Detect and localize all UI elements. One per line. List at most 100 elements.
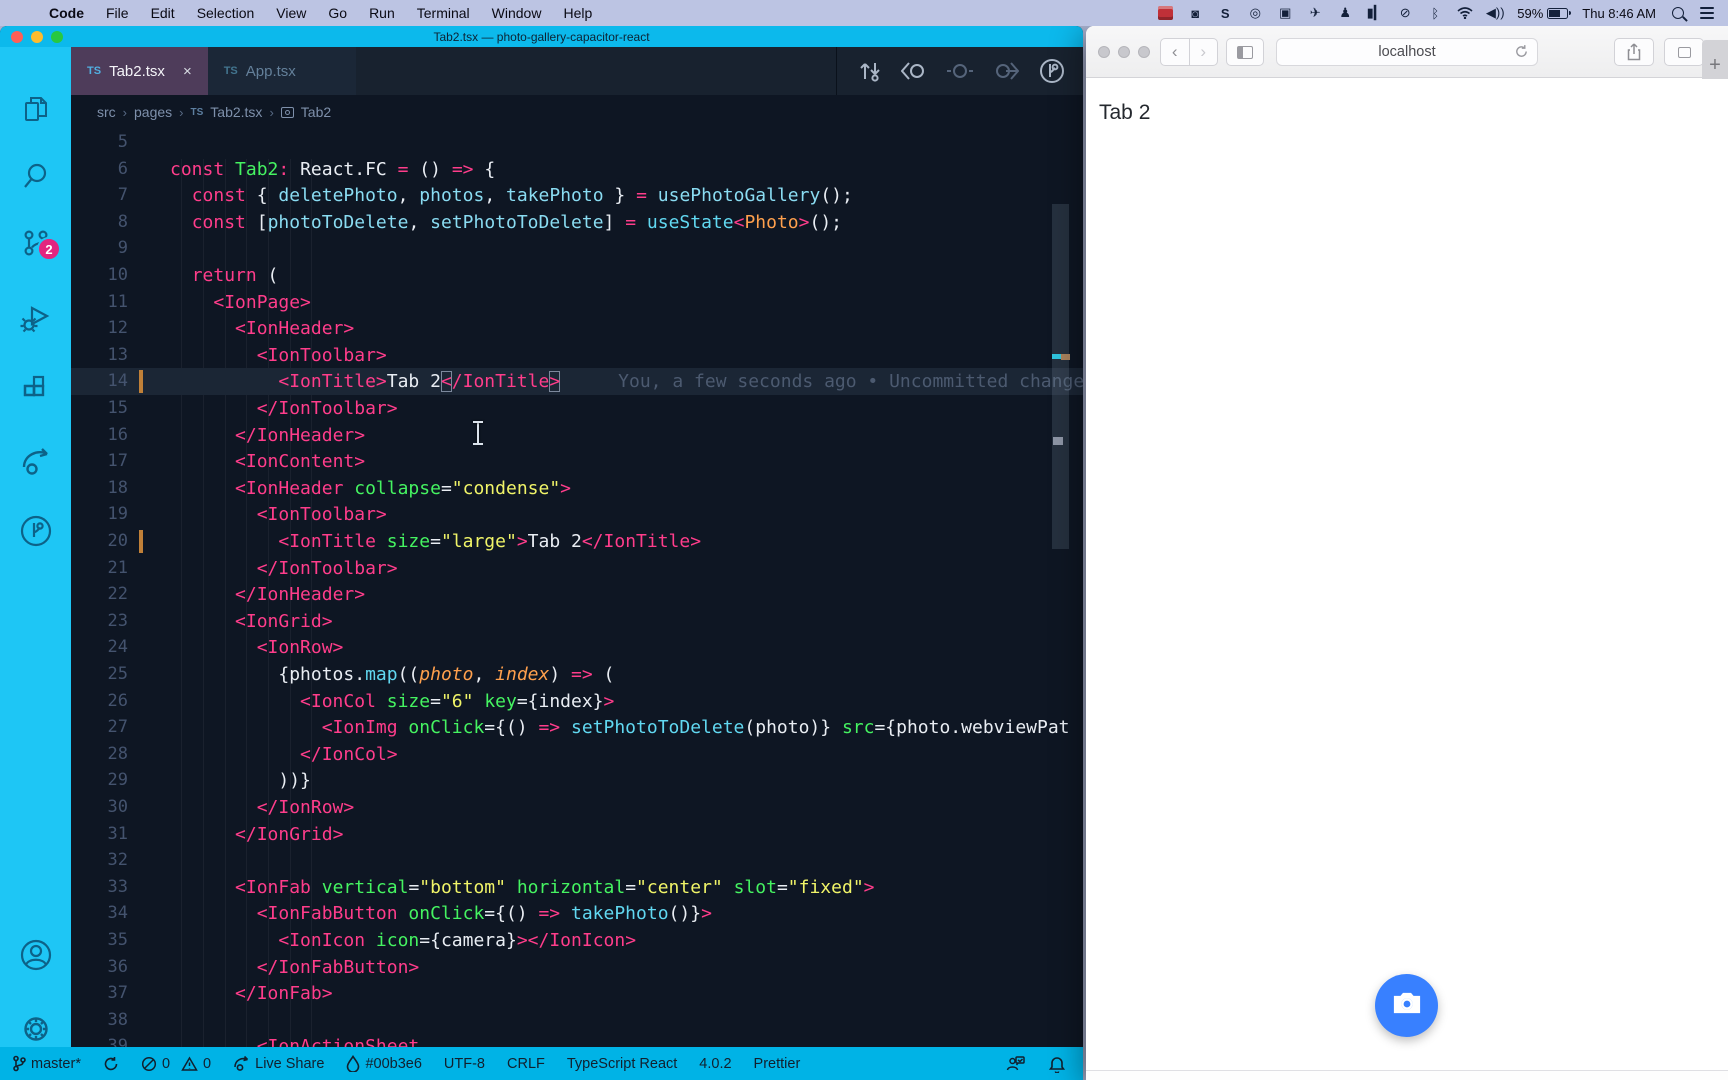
app-circle-icon[interactable]: ▣	[1277, 5, 1293, 21]
camera-fab-button[interactable]	[1375, 974, 1438, 1037]
source-control-icon[interactable]: 2	[0, 217, 71, 269]
control-center-icon[interactable]	[1700, 7, 1714, 19]
code-line-11[interactable]: 11 <IonPage>	[71, 289, 1083, 316]
code-line-25[interactable]: 25 {photos.map((photo, index) => (	[71, 661, 1083, 688]
close-tab-icon[interactable]: ×	[183, 63, 192, 80]
language-mode-item[interactable]: TypeScript React	[567, 1056, 677, 1072]
tab-app-tsx[interactable]: TS App.tsx	[207, 47, 356, 95]
nav-dot-icon[interactable]	[947, 60, 973, 82]
code-line-18[interactable]: 18 <IonHeader collapse="condense">	[71, 475, 1083, 502]
peacock-color-item[interactable]: #00b3e6	[346, 1055, 422, 1072]
code-line-33[interactable]: 33 <IonFab vertical="bottom" horizontal=…	[71, 874, 1083, 901]
menu-item-help[interactable]: Help	[552, 0, 603, 26]
extensions-icon[interactable]	[0, 363, 71, 415]
shortcuts-icon[interactable]: S	[1217, 5, 1233, 21]
code-line-6[interactable]: 6 const Tab2: React.FC = () => {	[71, 156, 1083, 183]
code-line-37[interactable]: 37 </IonFab>	[71, 980, 1083, 1007]
app-ring-icon[interactable]: ◎	[1247, 5, 1263, 21]
tab-tab-two[interactable]: Tab Two	[1323, 1071, 1491, 1080]
vertical-scrollbar[interactable]	[1052, 204, 1069, 549]
code-line-35[interactable]: 35 <IonIcon icon={camera}></IonIcon>	[71, 927, 1083, 954]
breadcrumb-symbol[interactable]: Tab2	[301, 104, 331, 120]
code-line-27[interactable]: 27 <IonImg onClick={() => setPhotoToDele…	[71, 714, 1083, 741]
git-branch-item[interactable]: master*	[12, 1055, 81, 1072]
menu-clock[interactable]: Thu 8:46 AM	[1582, 6, 1656, 21]
battery-indicator[interactable]: 59%	[1517, 6, 1572, 21]
menu-item-selection[interactable]: Selection	[186, 0, 266, 26]
code-line-17[interactable]: 17 <IonContent>	[71, 448, 1083, 475]
code-line-29[interactable]: 29 ))}	[71, 767, 1083, 794]
minimize-window-button[interactable]	[31, 31, 43, 43]
accounts-icon[interactable]	[0, 929, 71, 981]
encoding-item[interactable]: UTF-8	[444, 1056, 485, 1072]
address-bar[interactable]: localhost	[1276, 38, 1538, 66]
menu-item-run[interactable]: Run	[358, 0, 406, 26]
code-line-23[interactable]: 23 <IonGrid>	[71, 608, 1083, 635]
code-line-21[interactable]: 21 </IonToolbar>	[71, 555, 1083, 582]
code-line-14[interactable]: 14 <IonTitle>Tab 2</IonTitle> You, a few …	[71, 368, 1083, 396]
code-line-34[interactable]: 34 <IonFabButton onClick={() => takePhot…	[71, 900, 1083, 927]
apple-menu[interactable]	[14, 0, 38, 26]
gitlens-icon[interactable]	[0, 505, 71, 557]
search-icon[interactable]	[0, 150, 71, 202]
live-share-item[interactable]: Live Share	[233, 1055, 324, 1072]
explorer-icon[interactable]	[0, 83, 71, 135]
gitlens-graph-icon[interactable]	[1039, 58, 1065, 84]
code-line-15[interactable]: 15 </IonToolbar>	[71, 395, 1083, 422]
forward-button[interactable]: ›	[1190, 39, 1218, 65]
sync-item[interactable]	[103, 1056, 119, 1072]
rocket-icon[interactable]: ✈	[1307, 5, 1323, 21]
tab-tab-one[interactable]: Tab One	[1155, 1071, 1323, 1080]
problems-item[interactable]: 0 0	[141, 1056, 211, 1072]
screenflow-icon[interactable]	[1157, 5, 1173, 21]
code-line-12[interactable]: 12 <IonHeader>	[71, 315, 1083, 342]
breadcrumb-src[interactable]: src	[97, 104, 116, 120]
minimize-window-button[interactable]	[1118, 46, 1130, 58]
breadcrumb-file[interactable]: Tab2.tsx	[210, 104, 262, 120]
zoom-window-button[interactable]	[1138, 46, 1150, 58]
nav-back-icon[interactable]	[901, 60, 927, 82]
code-line-28[interactable]: 28 </IonCol>	[71, 741, 1083, 768]
volume-icon[interactable]: ◀))	[1486, 5, 1505, 21]
breadcrumb-pages[interactable]: pages	[134, 104, 172, 120]
back-button[interactable]: ‹	[1161, 39, 1190, 65]
code-line-30[interactable]: 30 </IonRow>	[71, 794, 1083, 821]
zoom-window-button[interactable]	[51, 31, 63, 43]
code-line-32[interactable]: 32	[71, 847, 1083, 874]
tab-tab2-tsx[interactable]: TS Tab2.tsx ×	[71, 47, 208, 95]
stats-bars-icon[interactable]: ▮▎	[1367, 5, 1384, 21]
menu-item-window[interactable]: Window	[481, 0, 553, 26]
tab-tab-three[interactable]: Tab Three	[1491, 1071, 1659, 1080]
open-changes-icon[interactable]	[859, 59, 881, 83]
bluetooth-icon[interactable]: ᛒ	[1427, 5, 1443, 21]
version-item[interactable]: 4.0.2	[699, 1056, 731, 1072]
camera-menu-icon[interactable]: ◙	[1187, 5, 1203, 21]
code-line-10[interactable]: 10 return (	[71, 262, 1083, 289]
code-line-20[interactable]: 20 <IonTitle size="large">Tab 2</IonTitl…	[71, 528, 1083, 555]
code-line-8[interactable]: 8 const [photoToDelete, setPhotoToDelete…	[71, 209, 1083, 236]
code-line-9[interactable]: 9	[71, 235, 1083, 262]
menu-item-go[interactable]: Go	[317, 0, 358, 26]
dnd-icon[interactable]: ⊘	[1397, 5, 1413, 21]
code-line-38[interactable]: 38	[71, 1007, 1083, 1034]
menu-item-view[interactable]: View	[265, 0, 317, 26]
code-line-22[interactable]: 22 </IonHeader>	[71, 581, 1083, 608]
wifi-icon[interactable]	[1457, 5, 1473, 21]
code-line-13[interactable]: 13 <IonToolbar>	[71, 342, 1083, 369]
run-debug-icon[interactable]	[0, 292, 71, 344]
notification-bell-icon[interactable]: ♟	[1337, 5, 1353, 21]
menu-item-file[interactable]: File	[95, 0, 140, 26]
code-line-24[interactable]: 24 <IonRow>	[71, 634, 1083, 661]
nav-forward-icon[interactable]	[993, 60, 1019, 82]
code-line-31[interactable]: 31 </IonGrid>	[71, 821, 1083, 848]
live-share-icon[interactable]	[0, 435, 71, 487]
code-line-26[interactable]: 26 <IonCol size="6" key={index}>	[71, 688, 1083, 715]
formatter-item[interactable]: Prettier	[754, 1056, 801, 1072]
eol-item[interactable]: CRLF	[507, 1056, 545, 1072]
menu-item-code[interactable]: Code	[38, 0, 95, 26]
code-line-36[interactable]: 36 </IonFabButton>	[71, 954, 1083, 981]
reload-icon[interactable]	[1514, 44, 1529, 63]
share-button[interactable]	[1614, 38, 1654, 66]
menu-item-edit[interactable]: Edit	[140, 0, 186, 26]
spotlight-search-icon[interactable]	[1670, 5, 1686, 21]
